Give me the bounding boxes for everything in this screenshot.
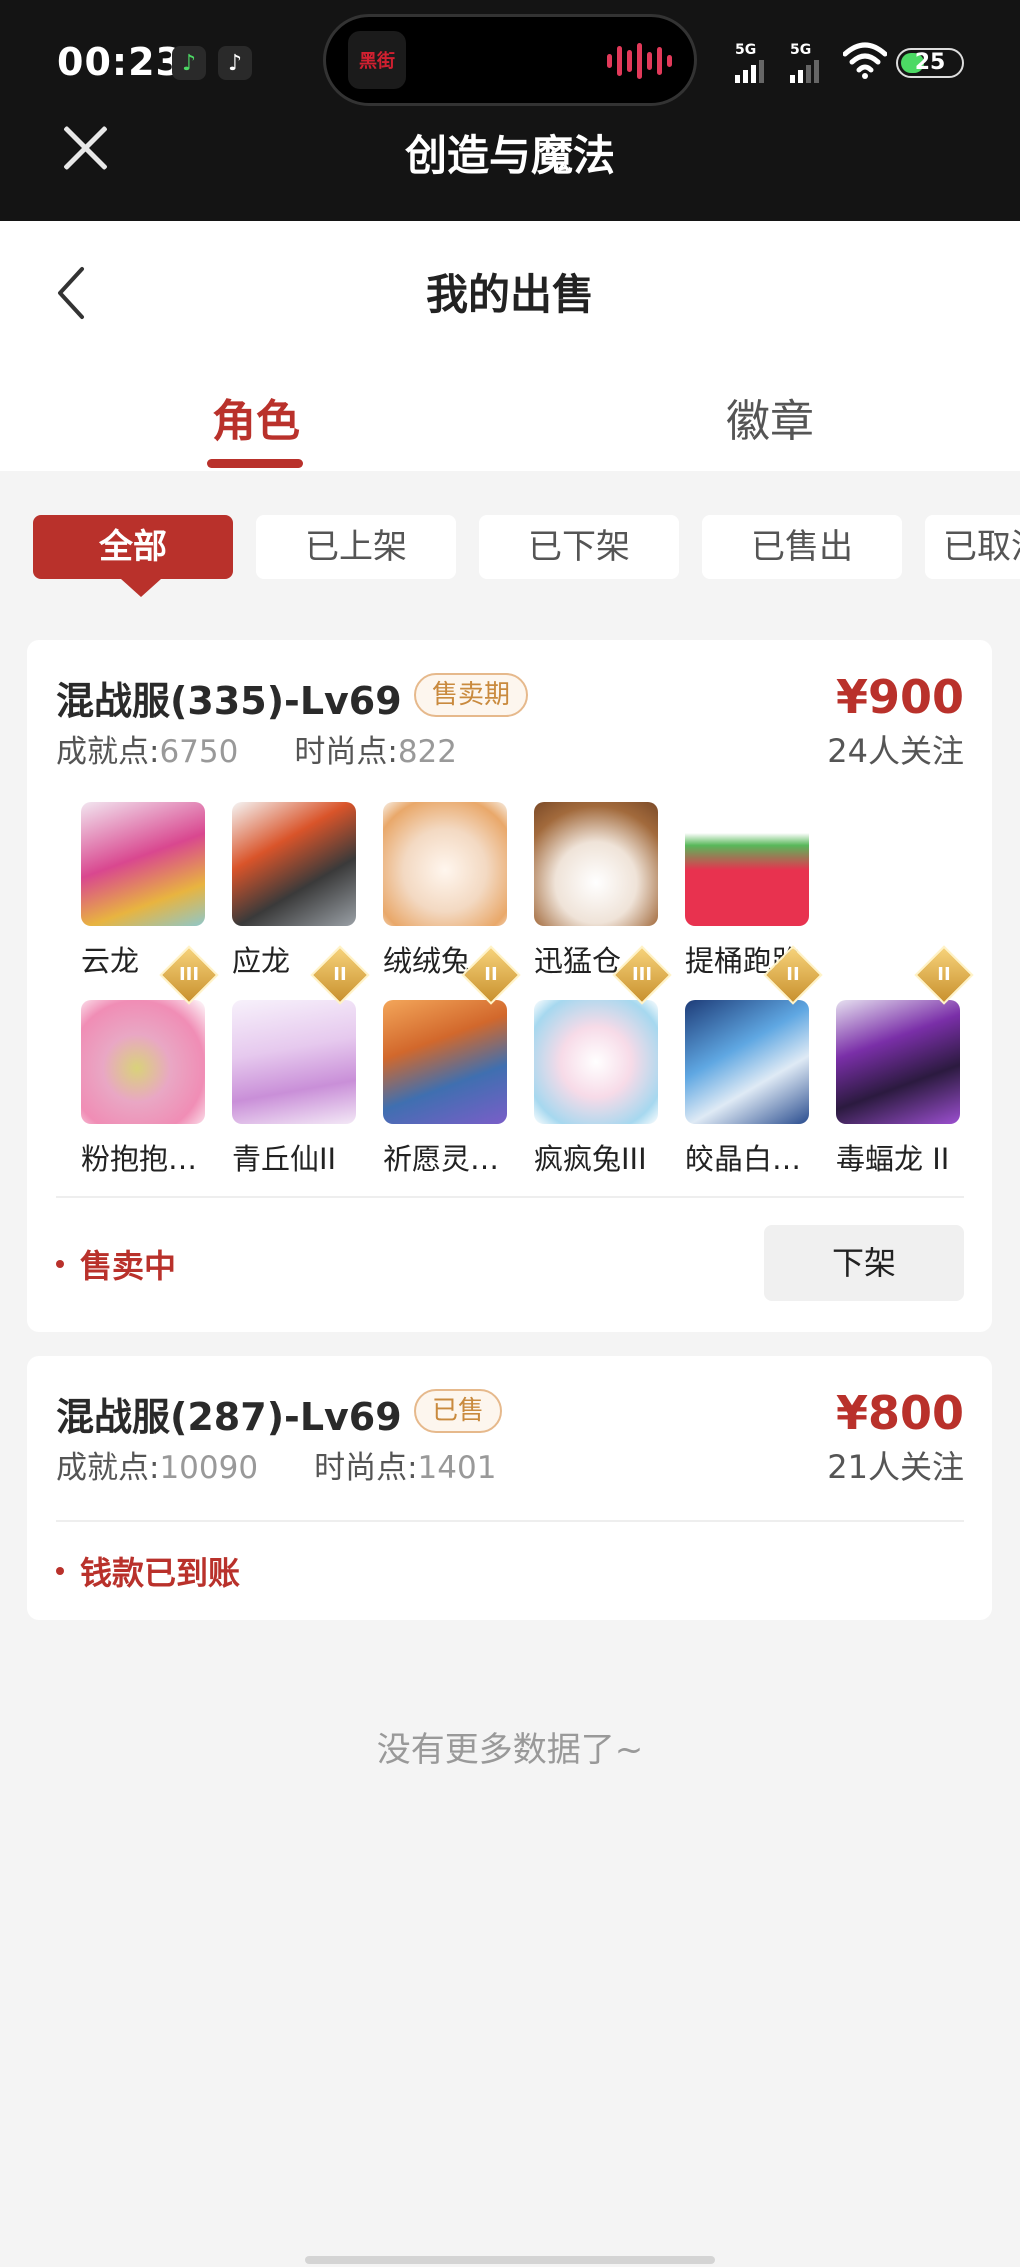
listing-price: ¥800 [835, 1386, 964, 1440]
filter-delisted[interactable]: 已下架 [479, 515, 679, 579]
wish-spirit-image [383, 1000, 507, 1124]
filter-cancelled[interactable]: 已取消 [925, 515, 1020, 579]
ying-dragon-image [232, 802, 356, 926]
battery-icon: 25 [896, 48, 964, 78]
rank-badge-icon: II [914, 945, 974, 1005]
audio-wave-icon [607, 43, 672, 79]
fluffy-rabbit-image [383, 802, 507, 926]
listing-title: 混战服(287)-Lv69 [56, 1395, 402, 1439]
crazy-rabbit-image [534, 1000, 658, 1124]
tiktok-app-icon: ♪ [218, 46, 252, 80]
card-divider [56, 1520, 964, 1522]
filter-listed[interactable]: 已上架 [256, 515, 456, 579]
filter-sold[interactable]: 已售出 [702, 515, 902, 579]
tab-roles[interactable]: 角色 [212, 385, 300, 449]
unlist-button[interactable]: 下架 [764, 1225, 964, 1301]
listing-stats: 成就点:10090 时尚点:1401 [56, 1450, 497, 1486]
signal-icon: 5G [735, 42, 764, 83]
page-title: 我的出售 [425, 270, 594, 319]
status-time: 00:23 [57, 40, 183, 84]
tab-badges[interactable]: 徽章 [726, 385, 814, 449]
follower-count: 21人关注 [827, 1448, 964, 1486]
dynamic-island[interactable]: 黑街 [323, 14, 697, 106]
status-badge: 已售 [414, 1389, 503, 1433]
bucket-image [685, 802, 809, 926]
signal-icon-2: 5G [790, 42, 819, 83]
hamster-image [534, 802, 658, 926]
cloud-dragon-image [81, 802, 205, 926]
poison-bat-dragon-image [836, 1000, 960, 1124]
follower-count: 24人关注 [827, 732, 964, 770]
filter-all[interactable]: 全部 [33, 515, 233, 597]
wifi-icon [843, 42, 887, 79]
pink-hug-image [81, 1000, 205, 1124]
listing-status: 钱款已到账 [56, 1548, 240, 1594]
listing-status: 售卖中 [56, 1241, 176, 1287]
music-app-icon: ♪ [172, 46, 206, 80]
no-more-data-text: 没有更多数据了~ [376, 1730, 644, 1770]
page-header: 我的出售 角色 徽章 [0, 221, 1020, 471]
listing-card[interactable]: 混战服(287)-Lv69 已售 ¥800 21人关注 成就点:10090 时尚点… [27, 1356, 992, 1620]
status-badge: 售卖期 [414, 673, 529, 717]
system-header: 00:23 ♪ ♪ 黑街 5G 5G 25 创造与魔法 [0, 0, 1020, 221]
card-divider [56, 1196, 964, 1198]
filter-chips: 全部 已上架 已下架 已售出 已取消 [0, 515, 1020, 597]
island-app-thumbnail: 黑街 [348, 31, 406, 89]
listing-card[interactable]: 混战服(335)-Lv69 售卖期 ¥900 24人关注 成就点:6750 时尚点… [27, 640, 992, 1332]
home-indicator[interactable] [305, 2256, 715, 2264]
active-tab-indicator [207, 459, 303, 468]
white-tiger-image [685, 1000, 809, 1124]
listing-title: 混战服(335)-Lv69 [56, 679, 402, 723]
listing-stats: 成就点:6750 时尚点:822 [56, 734, 457, 770]
miniapp-title: 创造与魔法 [404, 131, 615, 180]
listing-price: ¥900 [835, 670, 964, 724]
qingqiu-fairy-image [232, 1000, 356, 1124]
